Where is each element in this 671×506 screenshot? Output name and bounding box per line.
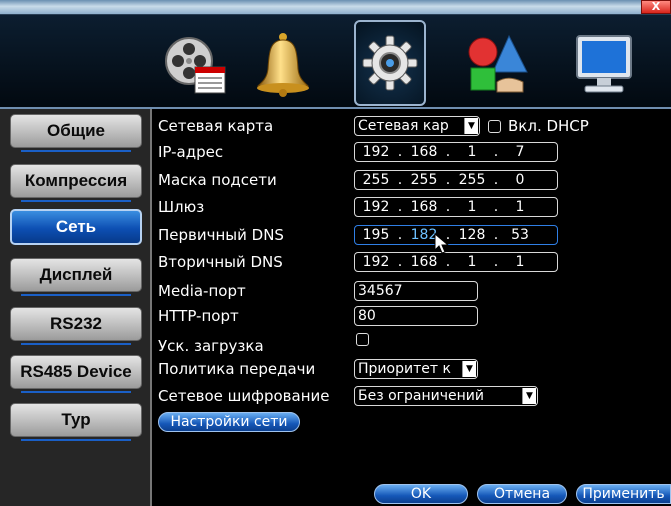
gateway-octet: 192 — [362, 199, 390, 215]
encryption-label: Сетевое шифрование — [158, 387, 330, 405]
http-port-field[interactable]: 80 — [354, 306, 478, 326]
sidebar-item-label: Сеть — [55, 217, 97, 236]
http-port-value: 80 — [358, 308, 376, 324]
close-button[interactable]: X — [641, 0, 671, 14]
sidebar-item-label: Общие — [47, 121, 105, 140]
gear-icon — [362, 35, 418, 91]
sidebar-item-label: Дисплей — [39, 265, 113, 284]
mask-octet: 255 — [458, 172, 486, 188]
mask-octet: 255 — [410, 172, 438, 188]
gateway-label: Шлюз — [158, 198, 205, 216]
dns1-octet: 195 — [362, 227, 390, 243]
ip-octet: 168 — [410, 144, 438, 160]
primary-dns-label: Первичный DNS — [158, 226, 284, 244]
ip-octet: 7 — [515, 144, 525, 160]
sidebar-item-tour[interactable]: Тур — [10, 403, 142, 441]
dns1-octet: 53 — [511, 227, 529, 243]
media-port-field[interactable]: 34567 — [354, 281, 478, 301]
sidebar-item-rs232[interactable]: RS232 — [10, 307, 142, 345]
subnet-mask-label: Маска подсети — [158, 171, 277, 189]
subnet-mask-field[interactable]: 255. 255. 255. 0 — [354, 170, 558, 190]
dns2-octet: 192 — [362, 254, 390, 270]
film-reel-icon — [165, 37, 226, 94]
primary-dns-field[interactable]: 195. 182. 128. 53 — [354, 225, 558, 245]
media-port-value: 34567 — [358, 283, 403, 299]
mask-octet: 255 — [362, 172, 390, 188]
sidebar-item-network[interactable]: Сеть — [10, 209, 142, 245]
shapes-icon — [468, 34, 528, 93]
tab-display-info[interactable] — [568, 26, 640, 102]
dns2-octet: 1 — [467, 254, 477, 270]
ip-octet: 1 — [467, 144, 477, 160]
mask-octet: 0 — [515, 172, 525, 188]
transfer-policy-select[interactable]: Приоритет к ▼ — [354, 359, 478, 379]
chevron-down-icon: ▼ — [464, 118, 478, 134]
dns2-octet: 168 — [410, 254, 438, 270]
fast-boot-checkbox[interactable] — [356, 333, 369, 346]
tab-alarm[interactable] — [247, 26, 319, 102]
monitor-icon — [576, 35, 632, 93]
network-settings-button[interactable]: Настройки сети — [158, 412, 300, 432]
network-card-label: Сетевая карта — [158, 117, 274, 135]
secondary-dns-field[interactable]: 192. 168. 1. 1 — [354, 252, 558, 272]
secondary-dns-label: Вторичный DNS — [158, 253, 283, 271]
gateway-octet: 1 — [467, 199, 477, 215]
mouse-cursor-icon — [434, 233, 450, 254]
tab-record[interactable] — [158, 26, 230, 102]
gateway-octet: 1 — [515, 199, 525, 215]
gateway-field[interactable]: 192. 168. 1. 1 — [354, 197, 558, 217]
encryption-select[interactable]: Без ограничений ▼ — [354, 386, 538, 406]
sidebar-item-label: RS232 — [50, 314, 102, 333]
chevron-down-icon: ▼ — [522, 388, 536, 404]
sidebar-item-rs485[interactable]: RS485 Device — [10, 355, 142, 393]
sidebar-item-display[interactable]: Дисплей — [10, 258, 142, 296]
transfer-policy-value: Приоритет к — [358, 361, 451, 377]
network-card-select[interactable]: Сетевая кар ▼ — [354, 116, 480, 136]
tab-advanced[interactable] — [460, 26, 532, 102]
http-port-label: HTTP-порт — [158, 307, 239, 325]
cancel-button[interactable]: Отмена — [477, 484, 567, 504]
network-card-value: Сетевая кар — [358, 118, 449, 134]
ip-address-field[interactable]: 192. 168. 1. 7 — [354, 142, 558, 162]
sidebar-item-label: RS485 Device — [20, 362, 132, 381]
title-bar: X — [0, 0, 671, 15]
dhcp-label: Вкл. DHCP — [508, 117, 589, 135]
network-settings-panel: Сетевая карта Сетевая кар ▼ Вкл. DHCP IP… — [152, 109, 671, 506]
dns1-octet: 128 — [458, 227, 486, 243]
bell-icon — [256, 33, 310, 97]
sidebar-item-label: Тур — [61, 410, 91, 429]
transfer-policy-label: Политика передачи — [158, 360, 316, 378]
dns2-octet: 1 — [515, 254, 525, 270]
apply-button[interactable]: Применить — [576, 484, 671, 504]
sidebar-item-general[interactable]: Общие — [10, 114, 142, 152]
chevron-down-icon: ▼ — [462, 361, 476, 377]
encryption-value: Без ограничений — [358, 388, 484, 404]
dhcp-checkbox[interactable] — [488, 120, 501, 133]
gateway-octet: 168 — [410, 199, 438, 215]
ok-button[interactable]: OK — [374, 484, 468, 504]
sidebar-item-compression[interactable]: Компрессия — [10, 164, 142, 202]
fast-boot-label: Уск. загрузка — [158, 337, 264, 355]
tab-system-settings[interactable] — [354, 20, 426, 106]
media-port-label: Media-порт — [158, 282, 246, 300]
ip-address-label: IP-адрес — [158, 143, 224, 161]
sidebar-item-label: Компрессия — [24, 171, 128, 190]
ip-octet: 192 — [362, 144, 390, 160]
